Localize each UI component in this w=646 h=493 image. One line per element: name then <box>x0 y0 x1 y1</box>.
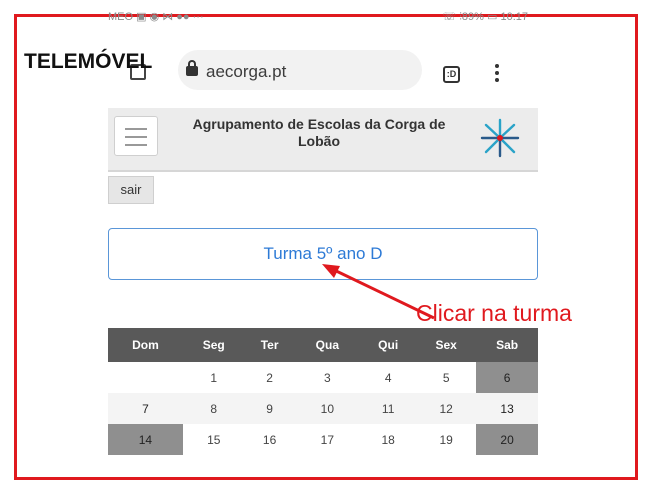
calendar-day[interactable]: 17 <box>294 424 361 455</box>
calendar-week-row: 7 8 9 10 11 12 13 <box>108 393 538 424</box>
calendar-day[interactable]: 6 <box>476 362 538 393</box>
calendar-week-row: 1 2 3 4 5 6 <box>108 362 538 393</box>
weekday-header: Ter <box>244 328 295 362</box>
weekday-header: Qui <box>360 328 417 362</box>
calendar-day[interactable]: 15 <box>182 424 245 455</box>
weekday-header: Seg <box>182 328 245 362</box>
calendar-day[interactable]: 1 <box>182 362 245 393</box>
calendar-day[interactable]: 4 <box>360 362 417 393</box>
calendar-day[interactable]: 16 <box>244 424 295 455</box>
calendar-day[interactable]: 2 <box>244 362 295 393</box>
calendar-day <box>108 362 183 393</box>
calendar-day[interactable]: 5 <box>416 362 477 393</box>
calendar-day[interactable]: 8 <box>182 393 245 424</box>
weekday-header: Dom <box>108 328 183 362</box>
calendar-day[interactable]: 19 <box>416 424 477 455</box>
calendar-day[interactable]: 3 <box>294 362 361 393</box>
calendar-table: Dom Seg Ter Qua Qui Sex Sab 1 2 3 4 5 6 … <box>108 328 538 455</box>
calendar-day[interactable]: 9 <box>244 393 295 424</box>
calendar-week-row: 14 15 16 17 18 19 20 <box>108 424 538 455</box>
calendar-day[interactable]: 14 <box>108 424 183 455</box>
calendar-day[interactable]: 20 <box>476 424 538 455</box>
calendar-header-row: Dom Seg Ter Qua Qui Sex Sab <box>108 328 538 362</box>
calendar-day[interactable]: 18 <box>360 424 417 455</box>
calendar-day[interactable]: 13 <box>476 393 538 424</box>
weekday-header: Qua <box>294 328 361 362</box>
weekday-header: Sab <box>476 328 538 362</box>
callout-text: Clicar na turma <box>416 300 572 326</box>
calendar-day[interactable]: 10 <box>294 393 361 424</box>
calendar-day[interactable]: 12 <box>416 393 477 424</box>
calendar-day[interactable]: 7 <box>108 393 183 424</box>
weekday-header: Sex <box>416 328 477 362</box>
calendar-day[interactable]: 11 <box>360 393 417 424</box>
